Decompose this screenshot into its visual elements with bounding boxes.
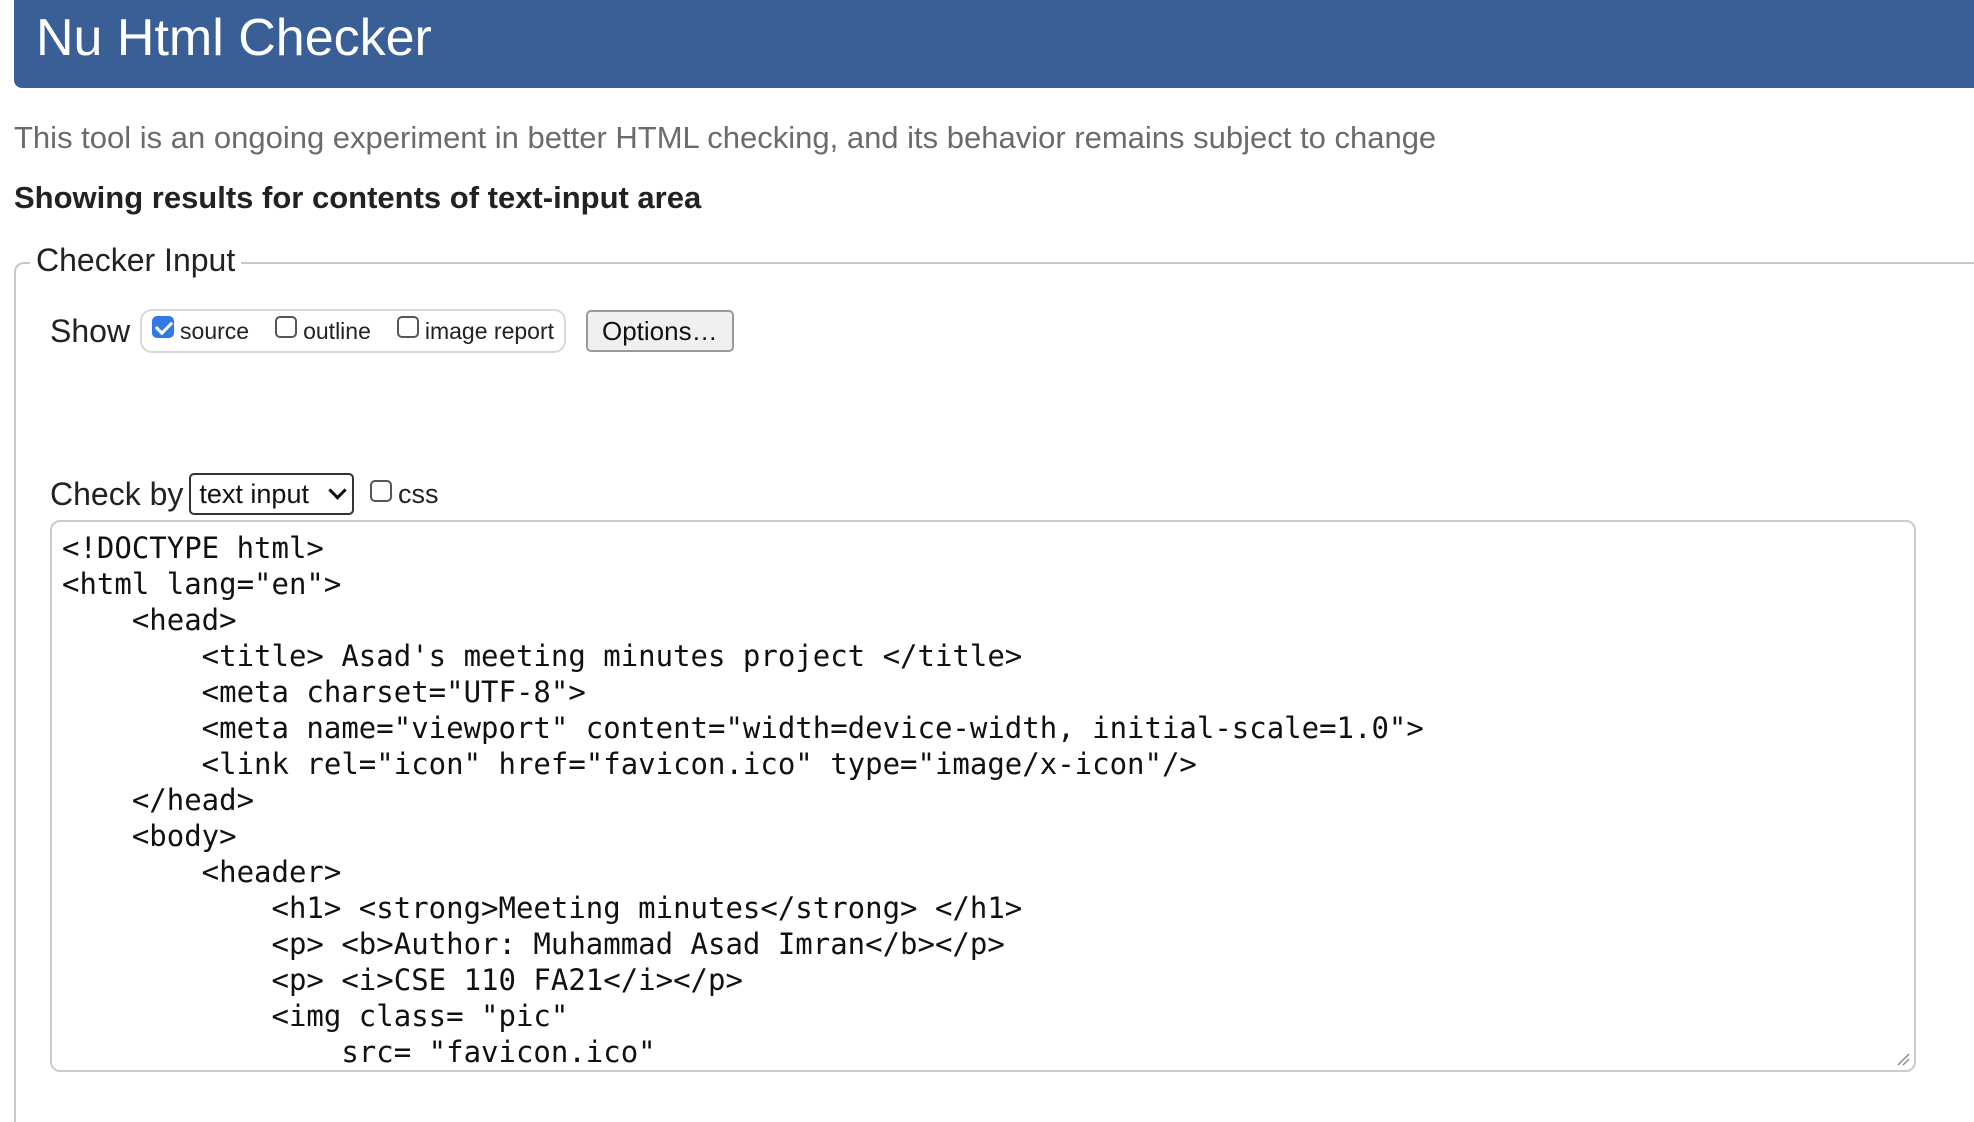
source-textarea[interactable]: <!DOCTYPE html> <html lang="en"> <head> …: [50, 520, 1916, 1072]
check-by-value: text input: [199, 478, 309, 509]
code-line: src= "favicon.ico": [62, 1035, 656, 1069]
page-title: Nu Html Checker: [36, 9, 432, 67]
code-line: <html lang="en">: [62, 567, 342, 601]
code-line: <meta charset="UTF-8">: [62, 675, 586, 709]
code-line: <h1> <strong>Meeting minutes</strong> </…: [62, 891, 1023, 925]
code-line: <title> Asad's meeting minutes project <…: [62, 639, 1023, 673]
show-source-option[interactable]: source: [152, 316, 250, 345]
code-line: </head>: [62, 783, 255, 817]
code-line: <!DOCTYPE html>: [62, 531, 324, 565]
chevron-down-icon: [328, 480, 347, 500]
show-row: Show source outline image report Options…: [50, 306, 734, 356]
show-outline-option[interactable]: outline: [275, 316, 371, 345]
options-button[interactable]: Options…: [586, 310, 734, 352]
outline-checkbox[interactable]: [275, 316, 298, 338]
check-by-select[interactable]: text input: [189, 473, 354, 515]
code-line: <meta name="viewport" content="width=dev…: [62, 711, 1424, 745]
check-by-label: Check by: [50, 475, 184, 512]
code-line: <body>: [62, 819, 237, 853]
intro-text: This tool is an ongoing experiment in be…: [14, 120, 1437, 155]
checker-input-legend: Checker Input: [30, 242, 242, 279]
source-label: source: [180, 317, 250, 344]
show-options-group: source outline image report: [140, 309, 566, 353]
code-line: <p> <b>Author: Muhammad Asad Imran</b></…: [62, 927, 1005, 961]
css-checkbox[interactable]: [369, 480, 392, 502]
show-image-report-option[interactable]: image report: [396, 316, 554, 345]
image-report-label: image report: [424, 317, 554, 344]
outline-label: outline: [303, 317, 371, 344]
code-line: <link rel="icon" href="favicon.ico" type…: [62, 747, 1197, 781]
app-header: Nu Html Checker: [14, 0, 1974, 88]
resize-handle-icon[interactable]: [1896, 1052, 1910, 1066]
code-line: <head>: [62, 603, 237, 637]
css-option[interactable]: css: [369, 478, 439, 510]
code-line: <header>: [62, 855, 342, 889]
css-label: css: [397, 478, 439, 509]
show-label: Show: [50, 312, 131, 349]
results-heading: Showing results for contents of text-inp…: [14, 180, 702, 215]
check-by-row: Check by text input css: [50, 472, 438, 516]
source-checkbox[interactable]: [152, 316, 175, 338]
code-line: <img class= "pic": [62, 999, 569, 1033]
image-report-checkbox[interactable]: [396, 316, 419, 338]
code-line: <p> <i>CSE 110 FA21</i></p>: [62, 963, 743, 997]
